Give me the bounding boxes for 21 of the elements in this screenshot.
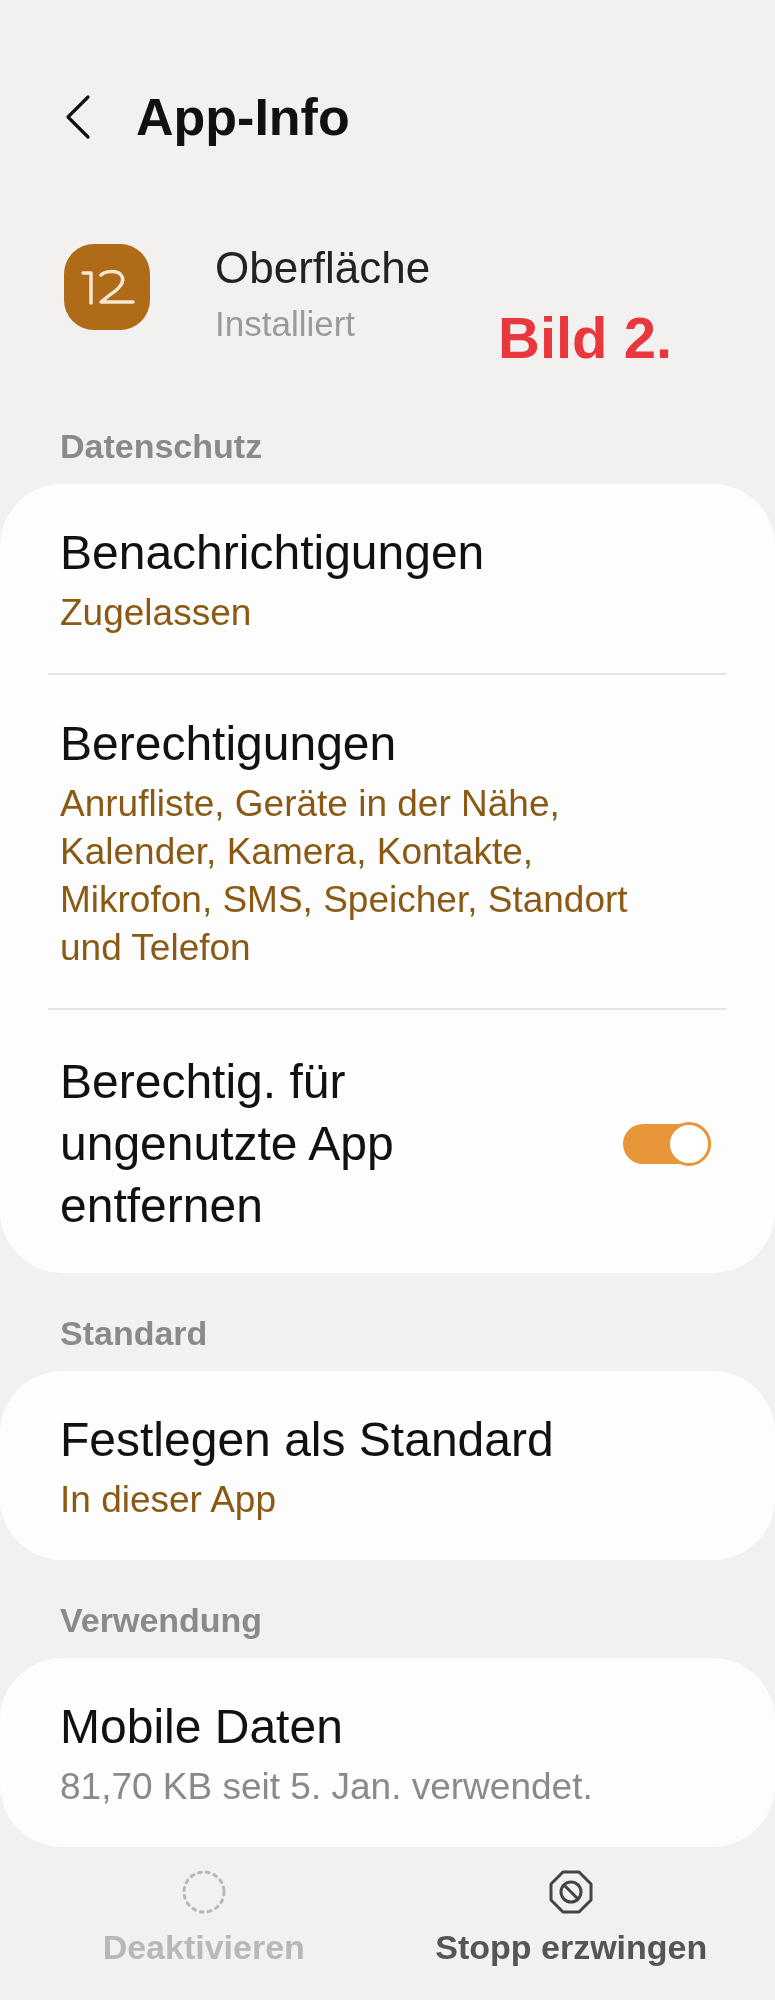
- app-name: Oberfläche: [215, 242, 431, 294]
- annotation-label: Bild 2.: [498, 304, 673, 372]
- dashed-circle-icon: [180, 1869, 227, 1915]
- section-header: Datenschutz: [59, 426, 264, 466]
- page-title: App-Info: [136, 87, 350, 147]
- item-summary: In dieser App: [60, 1478, 277, 1522]
- section-header: Standard: [59, 1313, 209, 1353]
- item-summary: 81,70 KB seit 5. Jan. verwendet.: [60, 1765, 594, 1809]
- item-summary: Anrufliste, Geräte in der Nähe, Kalender, Kamera, Kontakte, Mikrofon, SMS, Speicher, Standort und Telefon: [60, 782, 629, 970]
- item-title: Berechtig. für ungenutzte App entfernen: [60, 1054, 395, 1234]
- item-title: Mobile Daten: [60, 1699, 344, 1755]
- install-status: Installiert: [215, 303, 357, 345]
- item-title: Benachrichtigungen: [60, 525, 486, 581]
- stop-icon: [548, 1869, 595, 1915]
- item-summary: Zugelassen: [60, 591, 253, 635]
- app-icon: [64, 244, 150, 330]
- item-title: Berechtigungen: [60, 716, 398, 772]
- section-header: Verwendung: [59, 1600, 264, 1640]
- toggle-switch[interactable]: [623, 1124, 711, 1164]
- item-title: Festlegen als Standard: [60, 1412, 555, 1468]
- force-stop-button[interactable]: Stopp erzwingen: [387, 1869, 755, 1967]
